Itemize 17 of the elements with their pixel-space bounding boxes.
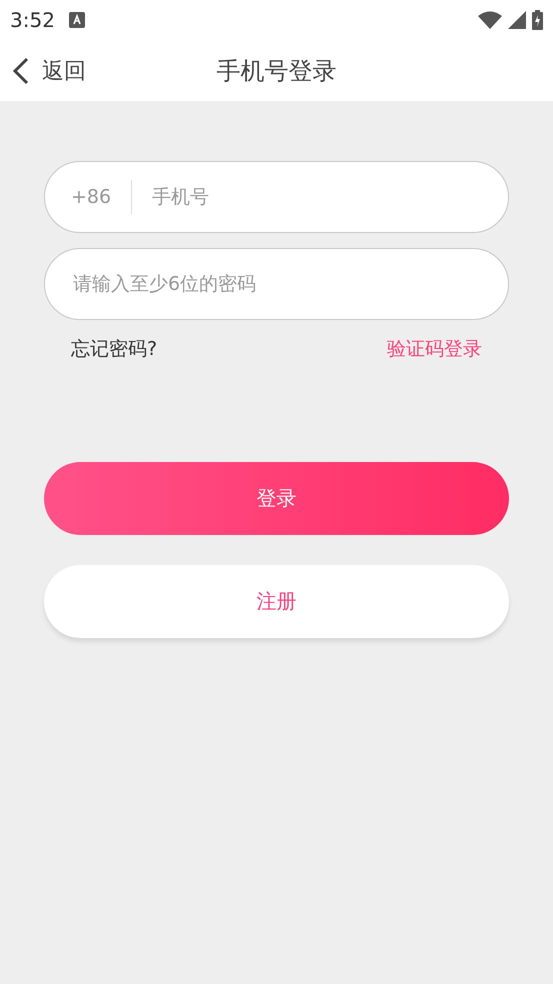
password-field[interactable]: 请输入至少6位的密码 [44,248,509,320]
phone-input[interactable]: 手机号 [132,185,482,209]
sms-login-link[interactable]: 验证码登录 [387,336,482,362]
signal-icon [508,11,526,29]
status-time: 3:52 [10,8,55,32]
forgot-password-link[interactable]: 忘记密码? [71,336,158,362]
back-button[interactable]: 返回 [0,56,86,86]
notification-icon [68,12,85,28]
country-code[interactable]: +86 [71,180,132,214]
login-button[interactable]: 登录 [44,462,509,535]
chevron-left-icon [12,56,30,84]
register-button[interactable]: 注册 [44,565,509,638]
wifi-icon [478,11,502,29]
password-input[interactable]: 请输入至少6位的密码 [71,272,482,296]
phone-field[interactable]: +86 手机号 [44,161,509,233]
battery-icon [532,10,543,30]
page-title: 手机号登录 [216,56,336,86]
